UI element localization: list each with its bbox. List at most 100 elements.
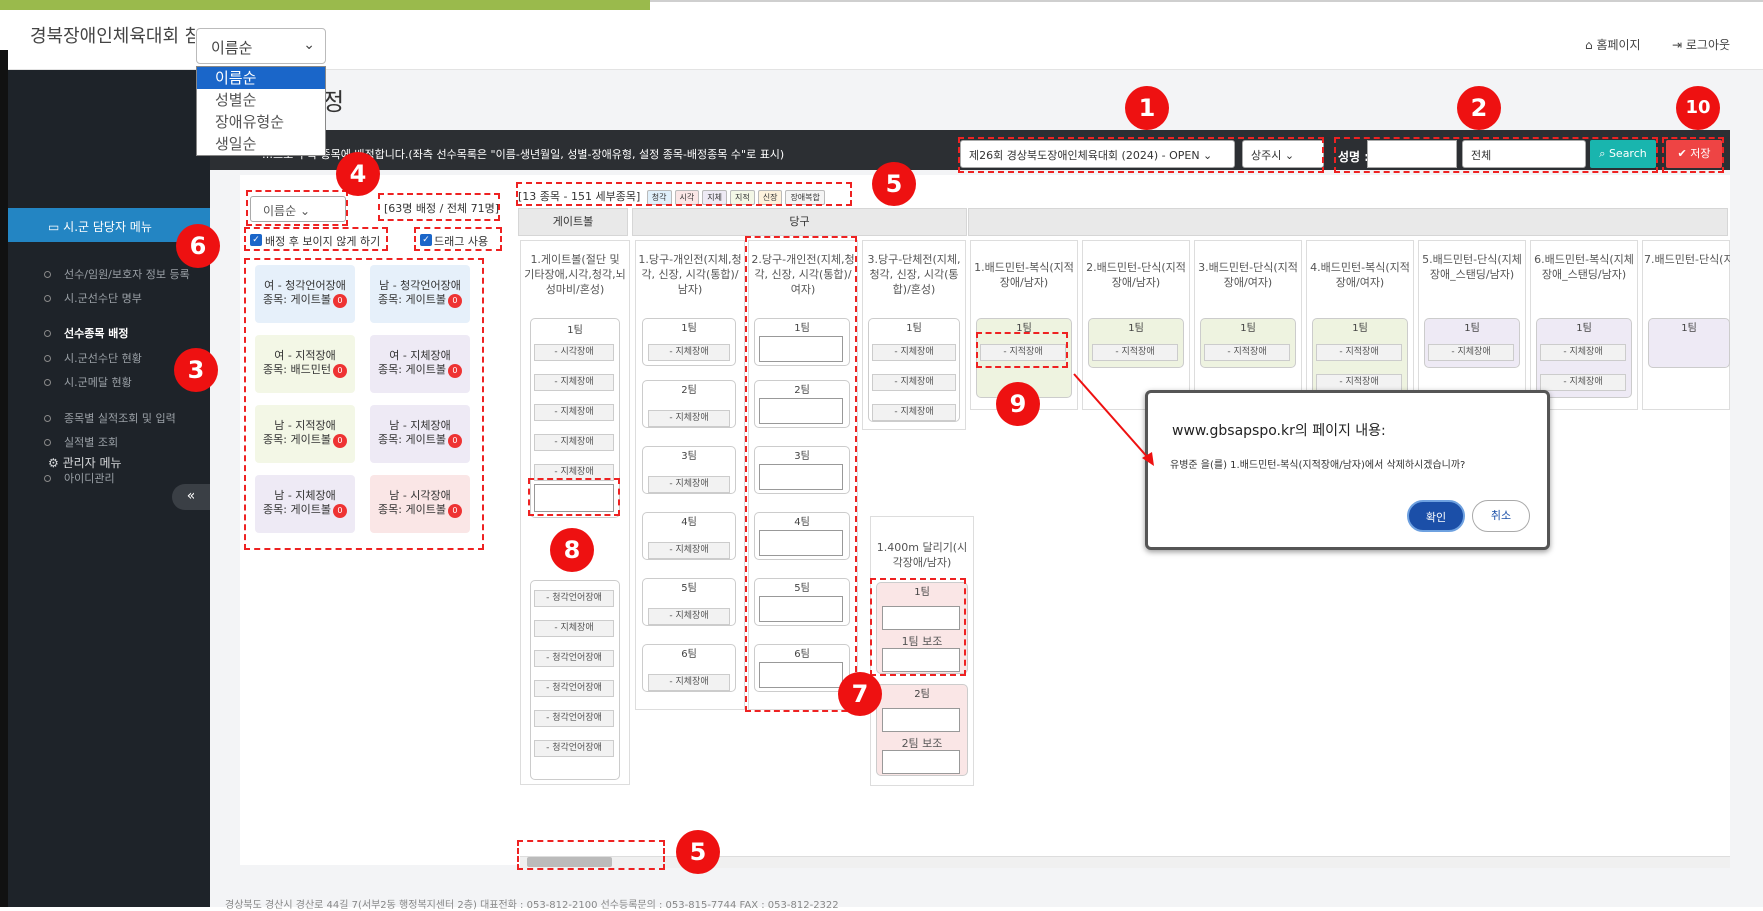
- scrollbar-thumb[interactable]: [527, 857, 612, 867]
- search-button[interactable]: ⌕ Search: [1590, 140, 1656, 168]
- player-chip[interactable]: - 지체장애: [534, 620, 614, 637]
- sidebar-menu-label: 관리자 메뉴: [62, 456, 122, 470]
- drag-checkbox[interactable]: ✓: [420, 234, 432, 246]
- empty-slot[interactable]: [759, 530, 843, 556]
- player-chip[interactable]: - 지적장애: [980, 344, 1066, 361]
- search-icon: ⌕: [1599, 147, 1609, 160]
- sort-option[interactable]: 장애유형순: [197, 111, 325, 133]
- empty-slot[interactable]: [882, 708, 960, 732]
- player-card[interactable]: 남 - 청각언어장애 종목: 게이트볼 0: [370, 265, 470, 323]
- player-chip[interactable]: - 청각언어장애: [534, 740, 614, 757]
- empty-slot[interactable]: [759, 464, 843, 490]
- sort-option[interactable]: 생일순: [197, 133, 325, 155]
- dialog-cancel-button[interactable]: 취소: [1472, 500, 1530, 532]
- sidebar-item-results[interactable]: 종목별 실적조회 및 입력: [44, 410, 176, 426]
- tag-hearing: 청각: [646, 190, 672, 205]
- logout-link[interactable]: ⇥ 로그아웃: [1672, 36, 1730, 53]
- sidebar-item-assign[interactable]: 선수종목 배정: [44, 325, 129, 341]
- player-chip[interactable]: - 청각언어장애: [534, 650, 614, 667]
- team-label: 2팀: [794, 385, 810, 396]
- annotation-arrow-line: [1073, 373, 1151, 461]
- player-card[interactable]: 여 - 청각언어장애 종목: 게이트볼 0: [255, 265, 355, 323]
- player-chip[interactable]: - 청각언어장애: [534, 710, 614, 727]
- player-event: 종목: 게이트볼: [378, 503, 446, 516]
- home-link[interactable]: ⌂ 홈페이지: [1585, 36, 1641, 53]
- player-chip[interactable]: - 지체장애: [534, 464, 614, 481]
- team-label: 1팀: [1016, 323, 1032, 334]
- annotation-number: 3: [174, 348, 218, 392]
- sidebar-item-medal[interactable]: 시.군메달 현황: [44, 374, 132, 390]
- tag-physical: 지체: [702, 190, 727, 205]
- sort-option[interactable]: 성별순: [197, 89, 325, 111]
- chevron-down-icon: ⌄: [303, 37, 315, 53]
- empty-slot[interactable]: [882, 750, 960, 774]
- top-accent-bar: [0, 0, 650, 10]
- player-chip[interactable]: - 지체장애: [1540, 374, 1626, 391]
- player-sort-select[interactable]: 이름순 ⌄: [250, 196, 346, 222]
- empty-slot[interactable]: [882, 648, 960, 672]
- player-chip[interactable]: - 시각장애: [534, 344, 614, 361]
- player-chip[interactable]: - 지체장애: [534, 374, 614, 391]
- player-chip[interactable]: - 지체장애: [1540, 344, 1626, 361]
- dialog-ok-button[interactable]: 확인: [1407, 500, 1465, 532]
- player-chip[interactable]: - 지체장애: [534, 434, 614, 451]
- player-card[interactable]: 남 - 지체장애 종목: 게이트볼 0: [255, 475, 355, 533]
- player-chip[interactable]: - 지체장애: [648, 674, 730, 691]
- team-label: 1팀: [794, 323, 810, 334]
- team-box[interactable]: 1팀: [1648, 318, 1730, 368]
- player-chip[interactable]: - 지체장애: [648, 344, 730, 361]
- empty-slot[interactable]: [759, 662, 843, 688]
- player-chip[interactable]: - 지적장애: [1316, 344, 1402, 361]
- filter-select[interactable]: 전체: [1462, 140, 1586, 168]
- team-label: 5팀: [794, 583, 810, 594]
- player-card[interactable]: 남 - 시각장애 종목: 게이트볼 0: [370, 475, 470, 533]
- sidebar-collapse-button[interactable]: «: [172, 484, 210, 510]
- player-card[interactable]: 여 - 지체장애 종목: 게이트볼 0: [370, 335, 470, 393]
- tag-kidney: 신장: [757, 190, 783, 205]
- empty-slot[interactable]: [759, 336, 843, 362]
- annotation-number: 5: [676, 830, 720, 874]
- player-chip[interactable]: - 청각언어장애: [534, 590, 614, 607]
- name-input[interactable]: [1367, 140, 1457, 168]
- empty-slot[interactable]: [759, 596, 843, 622]
- empty-slot[interactable]: [882, 606, 960, 630]
- player-card[interactable]: 남 - 지체장애 종목: 게이트볼 0: [370, 405, 470, 463]
- player-chip[interactable]: - 지체장애: [872, 374, 956, 391]
- player-chip[interactable]: - 지체장애: [648, 542, 730, 559]
- header-sort-select[interactable]: 이름순 ⌄: [196, 28, 326, 64]
- player-chip[interactable]: - 지적장애: [1092, 344, 1178, 361]
- empty-slot[interactable]: [534, 484, 614, 512]
- player-chip[interactable]: - 지체장애: [534, 404, 614, 421]
- sidebar-item-roster[interactable]: 시.군선수단 명부: [44, 290, 142, 306]
- player-card[interactable]: 남 - 지적장애 종목: 게이트볼 0: [255, 405, 355, 463]
- hide-assigned-checkbox[interactable]: ✓: [250, 234, 262, 246]
- player-chip[interactable]: - 지체장애: [648, 608, 730, 625]
- player-chip[interactable]: - 지체장애: [648, 410, 730, 427]
- sidebar-item-status[interactable]: 시.군선수단 현황: [44, 350, 142, 366]
- event-name: 5.배드민턴-단식(지체장애_스탠딩/남자): [1422, 253, 1522, 281]
- sort-option[interactable]: 이름순: [197, 67, 325, 89]
- sidebar-item-register[interactable]: 선수/임원/보호자 정보 등록: [44, 266, 190, 282]
- count-badge: 0: [447, 504, 462, 518]
- count-badge: 0: [332, 504, 347, 518]
- annotation-number: 8: [550, 528, 594, 572]
- sidebar-menu-admin[interactable]: ⚙ 관리자 메뉴: [8, 444, 210, 478]
- player-card[interactable]: 여 - 지적장애 종목: 배드민턴 0: [255, 335, 355, 393]
- empty-slot[interactable]: [759, 398, 843, 424]
- player-event: 종목: 배드민턴: [263, 363, 331, 376]
- city-select[interactable]: 상주시 ⌄: [1242, 140, 1324, 168]
- player-chip[interactable]: - 청각언어장애: [534, 680, 614, 697]
- event-select[interactable]: 제26회 경상북도장애인체육대회 (2024) - OPEN ⌄: [960, 140, 1235, 168]
- sidebar-menu-label: 시.군 담당자 메뉴: [63, 220, 152, 234]
- player-chip[interactable]: - 지체장애: [872, 344, 956, 361]
- player-chip[interactable]: - 지적장애: [1316, 374, 1402, 391]
- player-chip[interactable]: - 지적장애: [1204, 344, 1290, 361]
- save-button[interactable]: ✔ 저장: [1666, 140, 1722, 168]
- player-chip[interactable]: - 지체장애: [1428, 344, 1514, 361]
- player-event: 종목: 게이트볼: [378, 363, 446, 376]
- player-chip[interactable]: - 지체장애: [872, 404, 956, 421]
- sort-dropdown[interactable]: 이름순 성별순 장애유형순 생일순: [196, 66, 326, 156]
- count-badge: 0: [332, 434, 347, 448]
- dialog-title: www.gbsapspo.kr의 페이지 내용:: [1172, 423, 1386, 439]
- player-chip[interactable]: - 지체장애: [648, 476, 730, 493]
